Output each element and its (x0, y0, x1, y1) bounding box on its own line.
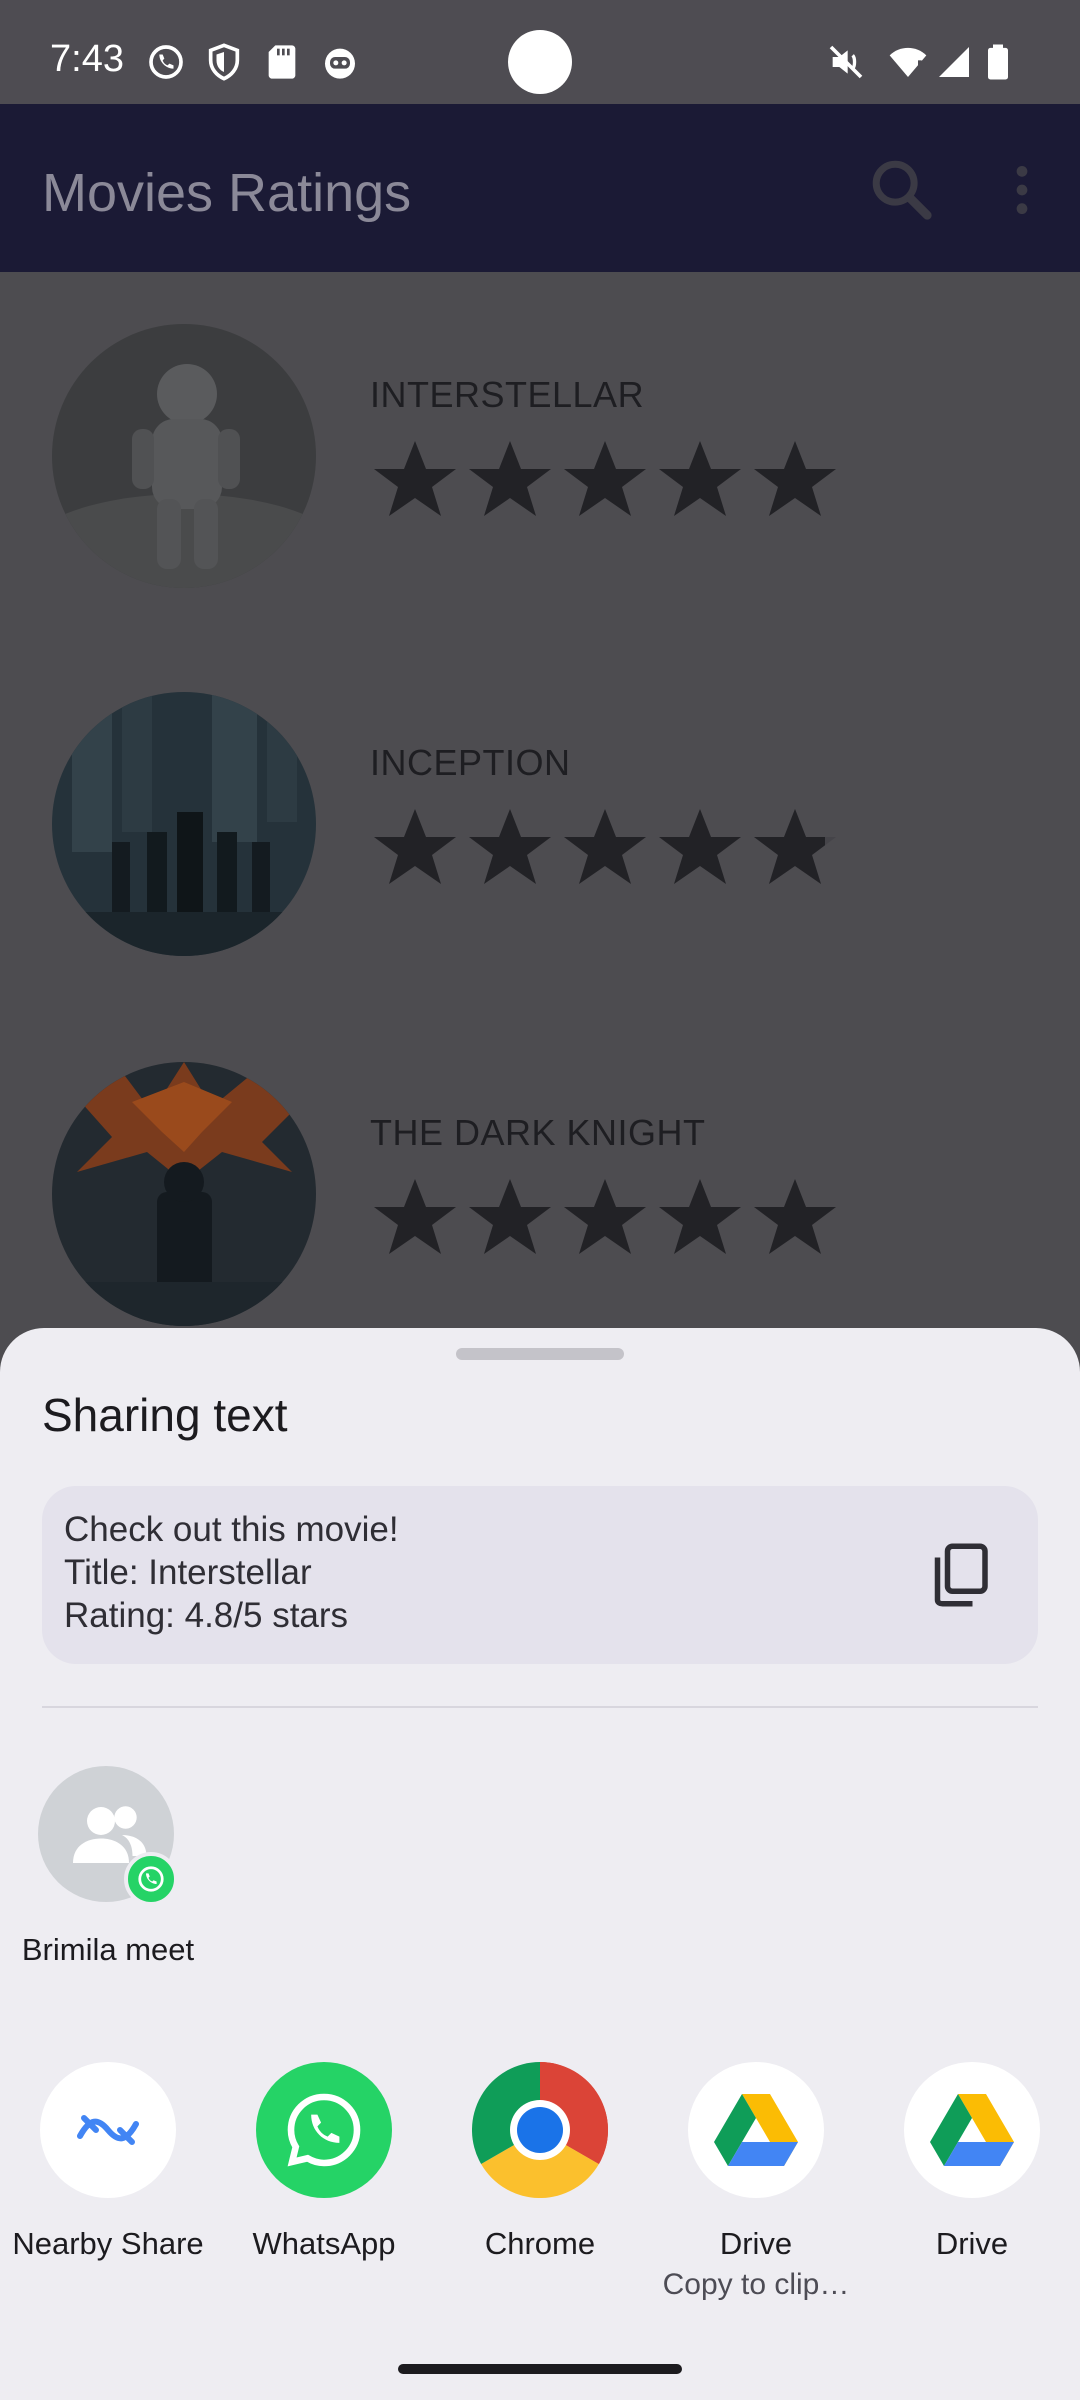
app-label: Nearby Share (12, 2226, 204, 2261)
search-icon[interactable] (866, 154, 936, 224)
movie-title: INCEPTION (370, 742, 571, 783)
rating-stars (374, 441, 836, 516)
shared-text-line: Check out this movie! (64, 1510, 399, 1549)
contact-label: Brimila meet (21, 1932, 195, 1967)
drive-icon (688, 2062, 824, 2198)
drag-handle[interactable] (456, 1348, 624, 1360)
share-sheet-title: Sharing text (42, 1389, 288, 1441)
movie-poster (52, 1062, 316, 1326)
camera-cutout (508, 30, 572, 94)
movie-poster (52, 692, 316, 956)
divider (42, 1706, 1038, 1708)
battery-icon (988, 44, 1008, 80)
shield-icon (208, 43, 240, 81)
share-target-drive-copy[interactable]: Drive Copy to clip… (648, 2062, 864, 2302)
shared-text-line: Rating: 4.8/5 stars (64, 1596, 349, 1635)
movie-poster (52, 324, 316, 588)
app-label: Drive (935, 2226, 1009, 2261)
sd-card-icon (268, 45, 296, 79)
rating-stars (374, 809, 836, 884)
movie-item[interactable]: INCEPTION (0, 692, 1080, 992)
rating-stars (374, 1179, 836, 1254)
app-sublabel: Copy to clip… (662, 2268, 850, 2301)
movie-item[interactable]: THE DARK KNIGHT (0, 1062, 1080, 1362)
chrome-icon (471, 2062, 609, 2199)
share-target-nearby-share[interactable]: Nearby Share (0, 2062, 216, 2302)
share-target-whatsapp[interactable]: WhatsApp (216, 2062, 432, 2302)
drive-icon (904, 2062, 1040, 2198)
copy-icon[interactable] (930, 1542, 990, 1608)
movie-title: INTERSTELLAR (370, 374, 645, 415)
whatsapp-icon (256, 2062, 392, 2198)
share-sheet: Sharing text Check out this movie! Title… (0, 1328, 1080, 2400)
wifi-icon (889, 47, 927, 77)
app-label: Drive (719, 2226, 793, 2261)
nearby-share-icon (40, 2062, 176, 2198)
movie-list: INTERSTELLAR INCEPTION THE DARK KNIGHT (0, 272, 1080, 1372)
direct-share-contact[interactable] (38, 1766, 178, 1906)
overflow-menu-icon[interactable] (1004, 162, 1040, 218)
status-time: 7:43 (50, 38, 124, 80)
share-target-chrome[interactable]: Chrome (432, 2062, 648, 2302)
whatsapp-notification-icon (149, 45, 183, 79)
shared-text: Check out this movie! Title: Interstella… (64, 1508, 399, 1637)
app-label: WhatsApp (252, 2226, 396, 2261)
app-title: Movies Ratings (42, 163, 412, 223)
shared-text-line: Title: Interstellar (64, 1553, 312, 1592)
movie-title: THE DARK KNIGHT (370, 1112, 706, 1153)
gesture-nav-bar[interactable] (398, 2364, 682, 2374)
whatsapp-badge-icon (124, 1852, 178, 1906)
mute-icon (829, 45, 863, 79)
cell-signal-icon (939, 47, 969, 77)
app-label: Chrome (484, 2226, 596, 2261)
status-bar: 7:43 (0, 0, 1080, 104)
robot-icon (325, 48, 355, 79)
app-bar: Movies Ratings (0, 104, 1080, 272)
shared-text-preview: Check out this movie! Title: Interstella… (42, 1486, 1038, 1664)
movie-item[interactable]: INTERSTELLAR (0, 324, 1080, 624)
share-target-drive[interactable]: Drive (864, 2062, 1080, 2302)
